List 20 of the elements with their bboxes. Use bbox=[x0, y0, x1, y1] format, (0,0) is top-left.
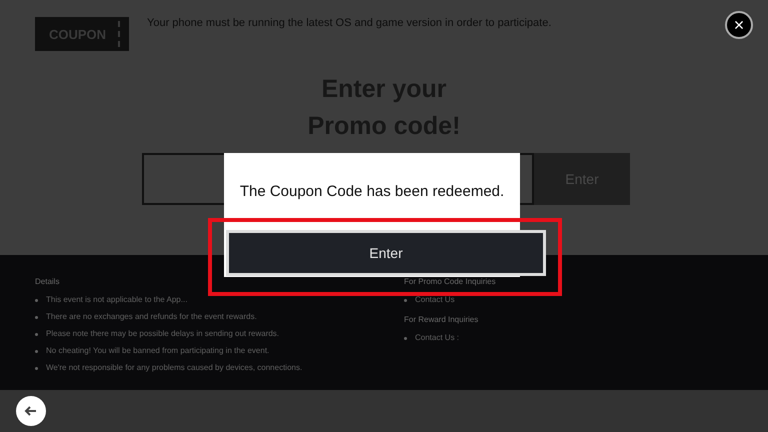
details-item: We're not responsible for any problems caused by devices, connections. bbox=[46, 363, 302, 373]
dialog-message: The Coupon Code has been redeemed. bbox=[238, 183, 506, 200]
bullet-dot bbox=[404, 298, 407, 302]
bullet-dot bbox=[35, 350, 38, 352]
details-item: Please note there may be possible delays in sending out rewards. bbox=[46, 329, 280, 339]
inquiry-item: Contact Us bbox=[415, 295, 455, 305]
inquiry-title: For Promo Code Inquiries bbox=[404, 277, 497, 287]
bullet-dot bbox=[35, 366, 38, 370]
details-item: No cheating! You will be banned from participating in the event. bbox=[46, 346, 270, 356]
dialog-enter-button[interactable]: Enter bbox=[226, 230, 546, 276]
bullet-dot bbox=[35, 298, 38, 302]
details-title: Details bbox=[35, 277, 60, 287]
inquiry-title: For Reward Inquiries bbox=[404, 315, 480, 325]
back-button[interactable] bbox=[16, 396, 46, 426]
bullet-dot bbox=[35, 332, 38, 336]
details-item: This event is not applicable to the App... bbox=[46, 295, 188, 305]
inquiry-item: Contact Us : bbox=[415, 333, 460, 343]
details-item: There are no exchanges and refunds for the event rewards. bbox=[46, 312, 257, 322]
bullet-dot bbox=[404, 336, 407, 340]
bullet-dot bbox=[35, 316, 38, 318]
